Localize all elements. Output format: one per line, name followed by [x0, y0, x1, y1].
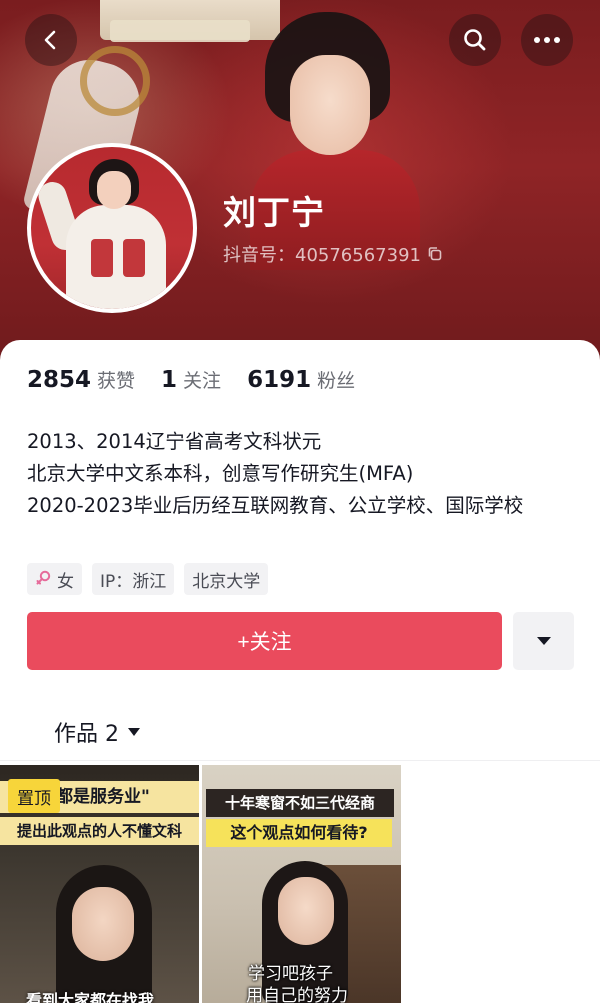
more-actions-button[interactable]: [513, 612, 574, 670]
back-icon: [44, 30, 56, 50]
stat-likes[interactable]: 2854 获赞: [27, 366, 135, 393]
follow-button[interactable]: +关注: [27, 612, 502, 670]
stat-following-count: 1: [161, 367, 178, 393]
pinned-badge: 置顶: [8, 779, 60, 813]
tab-works-label: 作品 2: [54, 722, 119, 747]
stat-likes-count: 2854: [27, 367, 92, 393]
bio-line: 北京大学中文系本科，创意写作研究生(MFA): [27, 462, 414, 485]
video-title-bottom: 这个观点如何看待?: [206, 819, 392, 847]
avatar-face: [97, 171, 131, 209]
profile-card: 2854 获赞 1 关注 6191 粉丝 2013、2014辽宁省高考文科状元 …: [0, 340, 600, 1003]
profile-tags: 女 IP：浙江 北京大学: [27, 563, 269, 595]
stat-followers-count: 6191: [247, 367, 312, 393]
avatar[interactable]: [27, 143, 197, 313]
female-icon: [36, 570, 51, 585]
cover-decoration: [80, 46, 150, 116]
search-icon: [464, 29, 486, 51]
school-tag-label: 北京大学: [192, 571, 261, 592]
cover-decoration: [110, 20, 250, 42]
tab-works[interactable]: 作品 2: [54, 716, 141, 748]
nickname: 刘丁宁: [223, 193, 325, 232]
search-button[interactable]: [449, 14, 501, 66]
caret-down-icon: [536, 637, 551, 645]
profile-stats: 2854 获赞 1 关注 6191 粉丝: [27, 366, 381, 393]
video-caption: 用自己的努力: [246, 986, 348, 1003]
gender-tag-label: 女: [57, 571, 74, 592]
avatar-pattern: [123, 239, 145, 277]
video-thumbnail[interactable]: 都是服务业" 置顶 提出此观点的人不懂文科 看到大家都在找我: [0, 765, 199, 1003]
video-person-face: [278, 877, 334, 945]
video-person-face: [72, 887, 134, 961]
stat-followers[interactable]: 6191 粉丝: [247, 366, 355, 393]
ip-tag: IP：浙江: [92, 563, 175, 595]
avatar-pattern: [91, 239, 113, 277]
douyin-id[interactable]: 抖音号：40576567391: [223, 241, 443, 267]
school-tag[interactable]: 北京大学: [184, 563, 269, 595]
video-thumbnail[interactable]: 十年寒窗不如三代经商 这个观点如何看待? 学习吧孩子 用自己的努力: [202, 765, 401, 1003]
avatar-body: [66, 205, 166, 309]
divider: [0, 760, 600, 761]
caret-down-icon: [128, 728, 140, 736]
ip-tag-label: IP：浙江: [100, 571, 167, 592]
stat-followers-label: 粉丝: [317, 370, 356, 392]
bio-line: 2013、2014辽宁省高考文科状元: [27, 430, 322, 453]
more-icon: [534, 37, 560, 43]
copy-icon: [428, 247, 442, 261]
stat-following[interactable]: 1 关注: [161, 366, 221, 393]
video-title-bottom: 提出此观点的人不懂文科: [0, 817, 199, 845]
gender-tag: 女: [27, 563, 82, 595]
video-title-top: 十年寒窗不如三代经商: [206, 789, 394, 817]
cover-photo-face: [290, 55, 370, 155]
bio-line: 2020-2023毕业后历经互联网教育、公立学校、国际学校: [27, 494, 524, 517]
back-button[interactable]: [25, 14, 77, 66]
stat-following-label: 关注: [183, 370, 222, 392]
bio: 2013、2014辽宁省高考文科状元 北京大学中文系本科，创意写作研究生(MFA…: [27, 426, 582, 522]
stat-likes-label: 获赞: [97, 370, 136, 392]
more-button[interactable]: [521, 14, 573, 66]
douyin-id-text: 抖音号：40576567391: [223, 245, 421, 266]
profile-header: 刘丁宁 抖音号：40576567391: [0, 0, 600, 370]
video-caption: 看到大家都在找我: [26, 991, 155, 1003]
